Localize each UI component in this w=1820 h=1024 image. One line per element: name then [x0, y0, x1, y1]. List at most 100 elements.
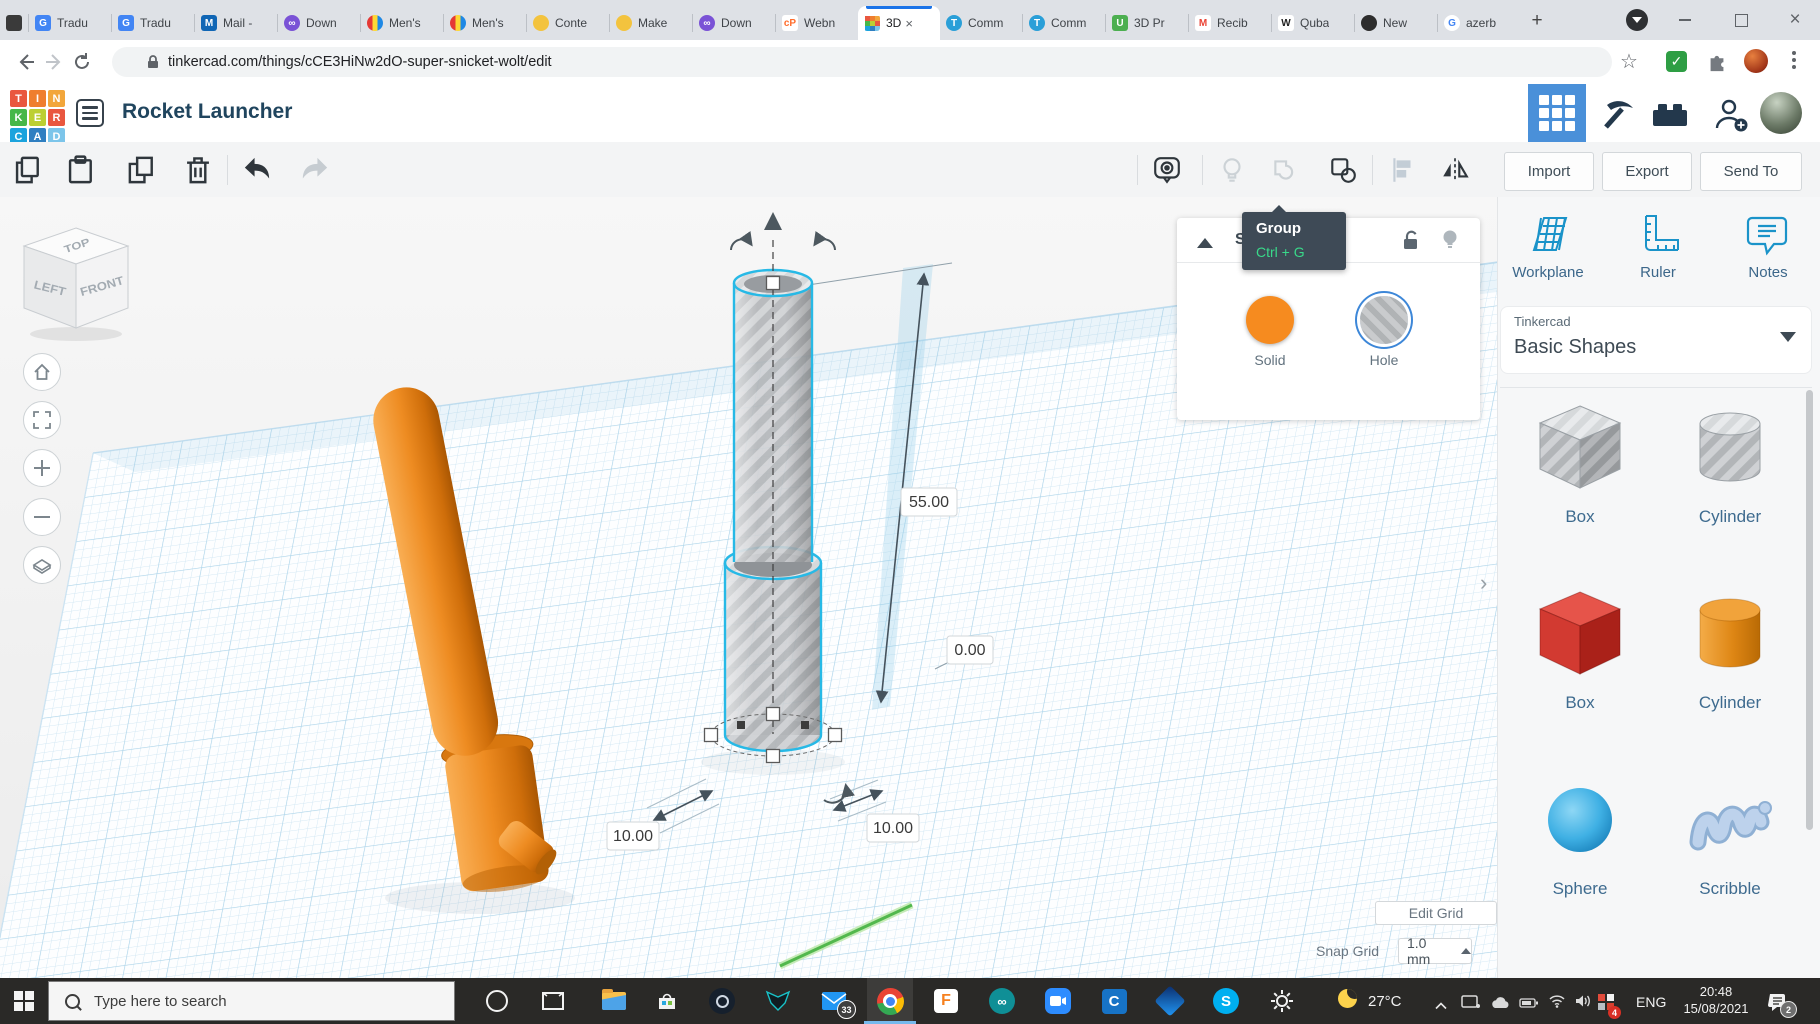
browser-tab[interactable]: T Comm [940, 6, 1022, 40]
workplane-tool-label[interactable]: Workplane [1500, 264, 1596, 281]
page-title[interactable]: Rocket Launcher [122, 100, 292, 124]
corner-handle[interactable] [737, 721, 745, 729]
battery-icon[interactable] [1519, 996, 1540, 1014]
app-alert-icon[interactable]: 4 [1598, 994, 1621, 1019]
zoom-taskbar-icon[interactable] [1035, 978, 1081, 1024]
wifi-icon[interactable] [1548, 994, 1566, 1013]
volume-icon[interactable] [1575, 994, 1593, 1013]
raise-handle-cone[interactable] [764, 212, 782, 230]
notes-tool-icon[interactable] [1744, 210, 1790, 263]
forward-icon[interactable] [42, 50, 66, 74]
mail-taskbar-icon[interactable]: 33 [811, 978, 857, 1024]
scale-handle[interactable] [703, 727, 719, 743]
copy-icon[interactable] [11, 153, 45, 192]
dim-label-height[interactable]: 55.00 [900, 487, 958, 517]
fusion360-taskbar-icon[interactable]: F [923, 978, 969, 1024]
invite-person-icon[interactable] [1712, 96, 1750, 139]
browser-tab[interactable]: Men's [444, 6, 526, 40]
browser-tab[interactable]: ∞ Down [693, 6, 775, 40]
skype-taskbar-icon[interactable]: S [1203, 978, 1249, 1024]
scale-handle[interactable] [765, 275, 781, 291]
collapse-panel-icon[interactable] [1197, 238, 1213, 248]
browser-tab[interactable]: U 3D Pr [1106, 6, 1188, 40]
tablet-mode-icon[interactable] [1461, 995, 1480, 1014]
store-taskbar-icon[interactable] [644, 978, 690, 1024]
predator-taskbar-icon[interactable] [755, 978, 801, 1024]
group-icon[interactable] [1270, 155, 1300, 190]
paste-icon[interactable] [64, 153, 98, 192]
browser-tab[interactable]: Men's [361, 6, 443, 40]
browser-tab[interactable]: G Tradu [112, 6, 194, 40]
send-to-button[interactable]: Send To [1700, 152, 1802, 191]
browser-menu-kebab-icon[interactable] [1792, 51, 1796, 69]
user-avatar[interactable] [1760, 92, 1802, 134]
browser-tab[interactable]: M Mail - [195, 6, 277, 40]
new-tab-button[interactable]: + [1524, 8, 1550, 34]
tray-expand-chevron-icon[interactable] [1434, 997, 1448, 1015]
browser-tab[interactable]: cP Webn [776, 6, 858, 40]
solid-swatch[interactable] [1246, 296, 1294, 344]
edit-grid-button[interactable]: Edit Grid [1375, 901, 1497, 925]
browser-avatar[interactable] [1744, 49, 1768, 73]
design-list-icon[interactable] [76, 99, 104, 127]
hole-swatch[interactable] [1360, 296, 1408, 344]
redo-icon[interactable] [298, 153, 332, 192]
tinkercad-logo[interactable]: T I N K E R C A D [10, 90, 65, 145]
minecraft-pickaxe-icon[interactable] [1598, 95, 1636, 138]
onedrive-cloud-icon[interactable] [1490, 996, 1511, 1014]
browser-tab[interactable]: Make [610, 6, 692, 40]
shape-tile-cylinder[interactable]: Cylinder [1655, 584, 1805, 770]
height-handle[interactable] [765, 706, 781, 722]
home-view-button[interactable] [23, 353, 61, 391]
workspaces-grid-button[interactable] [1528, 84, 1586, 142]
perspective-toggle-button[interactable] [23, 546, 61, 584]
action-center-icon[interactable]: 2 [1768, 992, 1797, 1018]
reload-icon[interactable] [70, 50, 94, 74]
clock-date[interactable]: 15/08/2021 [1676, 1001, 1756, 1016]
align-icon[interactable] [1388, 155, 1418, 190]
window-close-button[interactable]: × [1782, 8, 1808, 32]
window-maximize-button[interactable] [1728, 10, 1754, 30]
chrome-taskbar-icon[interactable] [867, 978, 913, 1024]
browser-tab[interactable]: M Recib [1189, 6, 1271, 40]
shape-tile-box[interactable]: Box [1505, 584, 1655, 770]
brick-blocks-icon[interactable] [1650, 100, 1690, 135]
browser-profile-chevron[interactable] [1626, 9, 1648, 31]
dim-label-zero[interactable]: 0.00 [946, 635, 994, 665]
browser-tab[interactable]: Conte [527, 6, 609, 40]
view-cube[interactable]: TOP LEFT FRONT [20, 222, 132, 342]
selected-hole-cylinder[interactable] [723, 240, 823, 753]
import-button[interactable]: Import [1504, 152, 1594, 191]
back-icon[interactable] [14, 50, 38, 74]
undo-icon[interactable] [240, 153, 274, 192]
file-explorer-taskbar-icon[interactable] [591, 978, 637, 1024]
hwinfo-taskbar-icon[interactable] [1147, 978, 1193, 1024]
delete-icon[interactable] [181, 153, 215, 192]
start-button[interactable] [0, 978, 48, 1024]
rotate-arrow[interactable] [730, 230, 753, 251]
arduino-taskbar-icon[interactable]: ∞ [979, 978, 1025, 1024]
shape-tile-cylinder[interactable]: Cylinder [1655, 398, 1805, 584]
steam-taskbar-icon[interactable] [699, 978, 745, 1024]
corner-handle[interactable] [801, 721, 809, 729]
taskbar-search[interactable]: Type here to search [48, 981, 455, 1021]
browser-tab[interactable]: T Comm [1023, 6, 1105, 40]
ruler-tool-icon[interactable] [1634, 210, 1680, 263]
temperature[interactable]: 27°C [1368, 993, 1402, 1010]
tab-close-icon[interactable]: × [905, 16, 913, 31]
dim-label-width-left[interactable]: 10.00 [606, 821, 660, 851]
cura-taskbar-icon[interactable]: C [1091, 978, 1137, 1024]
cortana-taskbar-icon[interactable] [474, 978, 520, 1024]
bookmark-star-icon[interactable]: ☆ [1620, 49, 1638, 74]
snap-grid-dropdown[interactable]: 1.0 mm [1398, 935, 1472, 967]
light-bulb-icon[interactable] [1217, 155, 1247, 190]
zoom-in-button[interactable] [23, 449, 61, 487]
ruler-tool-label[interactable]: Ruler [1610, 264, 1706, 281]
notes-tool-label[interactable]: Notes [1720, 264, 1816, 281]
export-button[interactable]: Export [1602, 152, 1692, 191]
sidebar-scrollbar[interactable] [1806, 390, 1813, 830]
shape-tile-scribble[interactable]: Scribble [1655, 770, 1805, 956]
browser-tab[interactable]: G Tradu [29, 6, 111, 40]
pinned-tab[interactable] [0, 6, 28, 40]
settings-taskbar-icon[interactable] [1259, 978, 1305, 1024]
